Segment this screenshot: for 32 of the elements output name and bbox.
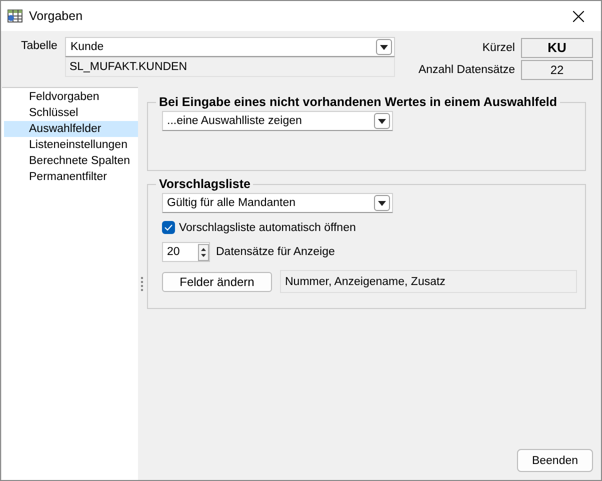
info-value: KU [521, 38, 593, 58]
sidebar-item[interactable]: Listeneinstellungen [4, 137, 138, 153]
group-title: Bei Eingabe eines nicht vorhandenen Wertes in einem Auswahlfeld [158, 95, 558, 109]
table-grid-icon [7, 8, 23, 24]
info-value: 22 [521, 60, 593, 80]
change-fields-button[interactable]: Felder ändern [162, 272, 272, 292]
records-spinner[interactable]: 20 [162, 242, 210, 262]
check-mark-icon [164, 224, 173, 231]
scope-dropdown[interactable]: Gültig für alle Mandanten [162, 193, 393, 213]
fields-value: Nummer, Anzeigename, Zusatz [280, 270, 577, 293]
table-source-field: SL_MUFAKT.KUNDEN [65, 57, 396, 77]
behaviour-dropdown[interactable]: ...eine Auswahlliste zeigen [162, 111, 393, 131]
sidebar-item[interactable]: Berechnete Spalten [4, 153, 138, 169]
caret-icon [374, 113, 390, 129]
info-label: Anzahl Datensätze [418, 64, 515, 76]
sidebar-item[interactable]: Auswahlfelder [4, 121, 138, 137]
checkbox[interactable] [162, 221, 175, 234]
window-title: Vorgaben [29, 9, 84, 23]
close-dialog-button[interactable]: Beenden [517, 449, 593, 472]
caret-icon [374, 195, 390, 211]
table-dropdown[interactable]: Kunde [65, 37, 396, 57]
spinner-label: Datensätze für Anzeige [216, 246, 335, 258]
table-label: Tabelle [21, 39, 58, 54]
info-label: Kürzel [481, 42, 515, 54]
spinner-arrows-icon [198, 244, 209, 260]
close-icon [572, 10, 584, 22]
group-title: Vorschlagsliste [158, 177, 252, 191]
checkbox-label: Vorschlagsliste automatisch öffnen [179, 222, 356, 234]
sidebar-item[interactable]: Feldvorgaben [4, 89, 138, 105]
caret-icon [376, 39, 392, 55]
sidebar-item[interactable]: Schlüssel [4, 105, 138, 121]
sidebar-item[interactable]: Permanentfilter [4, 169, 138, 185]
